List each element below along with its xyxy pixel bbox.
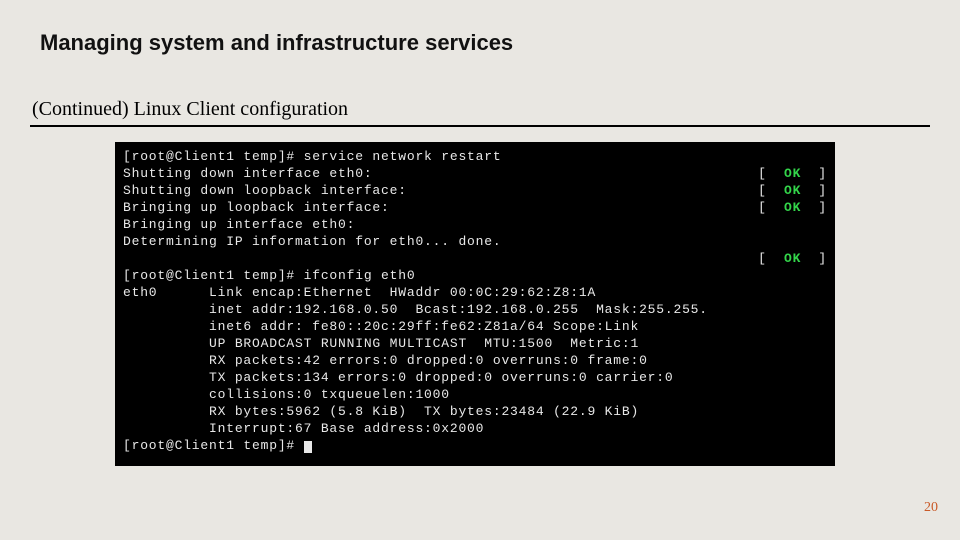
terminal-line: [root@Client1 temp]# ifconfig eth0 [123,267,827,284]
terminal-line: UP BROADCAST RUNNING MULTICAST MTU:1500 … [123,335,827,352]
status-ok-text: OK [784,183,801,198]
terminal-line: Bringing up interface eth0: [123,216,827,233]
terminal-line: RX bytes:5962 (5.8 KiB) TX bytes:23484 (… [123,403,827,420]
terminal-line-text: inet addr:192.168.0.50 Bcast:192.168.0.2… [123,301,708,318]
terminal-line-text: [root@Client1 temp]# [123,437,312,454]
status-badge: [ OK ] [758,250,827,267]
terminal-line-text: RX packets:42 errors:0 dropped:0 overrun… [123,352,648,369]
terminal-line-text: TX packets:134 errors:0 dropped:0 overru… [123,369,673,386]
status-badge: [ OK ] [758,182,827,199]
terminal-line-text: [root@Client1 temp]# ifconfig eth0 [123,267,415,284]
cursor-icon [304,441,312,453]
status-ok-text: OK [784,166,801,181]
terminal-line-text: Bringing up loopback interface: [123,199,390,216]
terminal-line: inet addr:192.168.0.50 Bcast:192.168.0.2… [123,301,827,318]
terminal-line: eth0 Link encap:Ethernet HWaddr 00:0C:29… [123,284,827,301]
status-ok-text: OK [784,200,801,215]
terminal-line-text: Bringing up interface eth0: [123,216,355,233]
terminal-line: [root@Client1 temp]# [123,437,827,454]
terminal-line-text: Interrupt:67 Base address:0x2000 [123,420,484,437]
terminal-line: inet6 addr: fe80::20c:29ff:fe62:Z81a/64 … [123,318,827,335]
page-number: 20 [924,500,938,516]
terminal-line-text: Shutting down interface eth0: [123,165,372,182]
terminal-line: Shutting down interface eth0: [ OK ] [123,165,827,182]
terminal-line: Determining IP information for eth0... d… [123,233,827,250]
terminal-output: [root@Client1 temp]# service network res… [115,142,835,466]
terminal-line: Bringing up loopback interface: [ OK ] [123,199,827,216]
slide: Managing system and infrastructure servi… [0,0,960,540]
terminal-line: Shutting down loopback interface: [ OK ] [123,182,827,199]
terminal-line: RX packets:42 errors:0 dropped:0 overrun… [123,352,827,369]
terminal-line-text: Determining IP information for eth0... d… [123,233,501,250]
terminal-line-text: inet6 addr: fe80::20c:29ff:fe62:Z81a/64 … [123,318,639,335]
status-badge: [ OK ] [758,165,827,182]
terminal-line: collisions:0 txqueuelen:1000 [123,386,827,403]
terminal-line-text: [root@Client1 temp]# service network res… [123,148,501,165]
terminal-line-text: eth0 Link encap:Ethernet HWaddr 00:0C:29… [123,284,596,301]
terminal-line-text: RX bytes:5962 (5.8 KiB) TX bytes:23484 (… [123,403,639,420]
terminal-line-text: UP BROADCAST RUNNING MULTICAST MTU:1500 … [123,335,639,352]
terminal-line: Interrupt:67 Base address:0x2000 [123,420,827,437]
terminal-line-text: Shutting down loopback interface: [123,182,407,199]
terminal-line: [root@Client1 temp]# service network res… [123,148,827,165]
status-badge: [ OK ] [758,199,827,216]
terminal-line: [ OK ] [123,250,827,267]
slide-title: Managing system and infrastructure servi… [40,30,513,56]
slide-subtitle: (Continued) Linux Client configuration [30,98,930,127]
terminal-line-text: collisions:0 txqueuelen:1000 [123,386,450,403]
terminal-line: TX packets:134 errors:0 dropped:0 overru… [123,369,827,386]
status-ok-text: OK [784,251,801,266]
